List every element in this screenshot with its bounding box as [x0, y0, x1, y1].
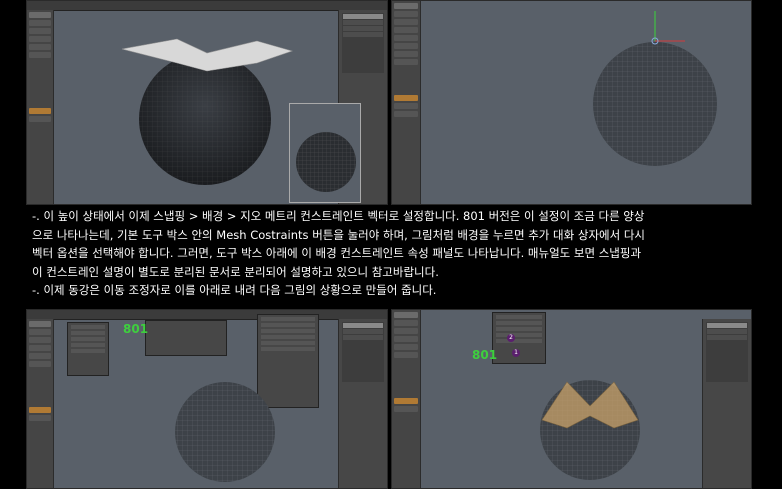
property-row[interactable] — [261, 317, 315, 321]
items-panel — [702, 319, 751, 488]
tool-button[interactable] — [29, 337, 51, 343]
tool-button[interactable] — [29, 329, 51, 335]
menu-item[interactable] — [71, 337, 105, 341]
tool-button[interactable] — [394, 352, 418, 358]
tool-button[interactable] — [394, 320, 418, 326]
property-row[interactable] — [261, 329, 315, 333]
property-row[interactable] — [496, 315, 542, 319]
tool-button[interactable] — [394, 344, 418, 350]
list-item[interactable] — [707, 323, 747, 328]
tool-button[interactable] — [29, 321, 51, 327]
tool-button[interactable] — [29, 345, 51, 351]
preview-inset — [289, 103, 361, 203]
tool-button[interactable] — [394, 398, 418, 404]
paragraph-line: -. 이제 동강은 이동 조정자로 이를 아래로 내려 다음 그림의 상황으로 … — [32, 283, 437, 297]
article-text: -. 이 높이 상태에서 이제 스냅핑 > 배경 > 지오 메트리 컨스트레인트… — [32, 207, 780, 300]
screenshot-top-right — [391, 0, 752, 205]
tool-button[interactable] — [394, 328, 418, 334]
list-item[interactable] — [707, 335, 747, 340]
menu-item[interactable] — [71, 343, 105, 347]
screenshot-bottom-left: 801 — [26, 309, 388, 489]
menu-item[interactable] — [71, 349, 105, 353]
tool-button[interactable] — [29, 407, 51, 413]
background-constraint-dialog — [492, 312, 546, 364]
mesh-constraints-menu — [67, 322, 109, 376]
property-row[interactable] — [261, 347, 315, 351]
property-row[interactable] — [261, 323, 315, 327]
version-label: 801 — [472, 348, 498, 362]
property-row[interactable] — [261, 335, 315, 339]
screenshot-bottom-right: 801 2 1 — [391, 309, 752, 489]
properties-panel — [257, 314, 319, 408]
app-menubar — [27, 310, 387, 320]
toolbox-panel — [392, 310, 421, 488]
property-row[interactable] — [261, 341, 315, 345]
items-panel — [338, 319, 387, 488]
viewport-sphere — [540, 380, 640, 480]
list-item[interactable] — [343, 335, 383, 340]
property-row[interactable] — [496, 327, 542, 331]
list-item[interactable] — [343, 329, 383, 334]
property-row[interactable] — [496, 333, 542, 337]
paragraph-line: 으로 나타나는데, 기본 도구 박스 안의 Mesh Costraints 버튼… — [32, 227, 645, 242]
tool-button[interactable] — [394, 336, 418, 342]
menu-item[interactable] — [71, 331, 105, 335]
property-row[interactable] — [496, 321, 542, 325]
paragraph-line: -. 이 높이 상태에서 이제 스냅핑 > 배경 > 지오 메트리 컨스트레인트… — [32, 209, 645, 223]
version-label: 801 — [123, 322, 149, 336]
screenshot-top-left — [26, 0, 388, 205]
paragraph-line: 벡터 옵션을 선택해야 합니다. 그러면, 도구 박스 아래에 이 배경 컨스트… — [32, 246, 642, 260]
tool-button[interactable] — [29, 353, 51, 359]
list-item[interactable] — [343, 323, 383, 328]
list-item[interactable] — [707, 329, 747, 334]
paragraph-line: 이 컨스트레인 설명이 별도로 분리된 문서로 분리되어 설명하고 있으니 참고… — [32, 264, 439, 279]
item-list — [706, 322, 748, 382]
menu-item[interactable] — [71, 325, 105, 329]
property-row[interactable] — [496, 339, 542, 343]
toolbox-panel — [27, 319, 54, 488]
tool-button[interactable] — [29, 415, 51, 421]
axis-gizmo-icon — [651, 11, 685, 45]
tool-button[interactable] — [29, 361, 51, 367]
item-list — [342, 322, 384, 382]
tool-button[interactable] — [394, 406, 418, 412]
background-constraint-dialog — [145, 320, 227, 356]
viewport-sphere — [593, 11, 717, 166]
step-badge-icon: 2 — [507, 334, 515, 342]
step-badge-icon: 1 — [512, 349, 520, 357]
tool-button[interactable] — [394, 312, 418, 318]
